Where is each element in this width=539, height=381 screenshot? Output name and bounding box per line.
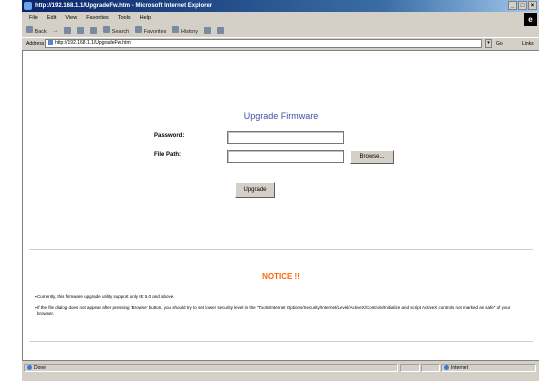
page-icon [27,365,32,371]
browse-button[interactable]: Browse... [350,150,394,164]
password-input[interactable] [227,131,344,144]
forward-button[interactable]: → [53,28,59,34]
filepath-label: File Path: [154,152,182,158]
menu-favorites[interactable]: Favorites [86,13,109,23]
title-bar: http://192.168.1.1/UpgradeFw.htm - Micro… [22,0,539,12]
password-label: Password: [154,133,185,139]
browser-window: http://192.168.1.1/UpgradeFw.htm - Micro… [21,0,539,381]
address-url: http://192.168.1.1/UpgradeFw.htm [55,40,131,46]
home-icon[interactable] [90,27,98,34]
upgrade-button[interactable]: Upgrade [235,182,275,198]
menu-edit[interactable]: Edit [47,13,56,23]
mail-icon[interactable] [204,27,212,34]
status-cell [400,364,420,372]
maximize-button[interactable]: □ [518,1,527,10]
notice-item: Currently, this firmware upgrade utility… [35,294,527,300]
status-cell [421,364,440,372]
go-button[interactable]: Go [496,40,503,48]
minimize-button[interactable]: _ [508,1,517,10]
address-dropdown-icon[interactable]: ▾ [485,39,492,48]
print-icon[interactable] [217,27,225,34]
history-button[interactable]: History [172,26,198,35]
divider [29,249,533,250]
security-zone: Internet [441,364,536,372]
back-button[interactable]: Back [26,26,47,35]
ie-logo-icon [24,2,32,10]
notice-title: NOTICE !! [262,272,300,281]
window-title: http://192.168.1.1/UpgradeFw.htm - Micro… [35,3,213,9]
back-arrow-icon [26,26,33,33]
address-bar: Address http://192.168.1.1/UpgradeFw.htm… [22,37,539,49]
favorites-icon [135,26,143,33]
toolbar: Back → Search Favorites History [22,24,539,37]
divider [29,341,533,342]
close-button[interactable]: × [528,1,537,10]
search-icon [103,26,111,33]
favorites-button[interactable]: Favorites [135,26,166,35]
filepath-input[interactable] [227,150,344,163]
menu-view[interactable]: View [65,13,77,23]
globe-icon [444,365,449,371]
address-input[interactable]: http://192.168.1.1/UpgradeFw.htm [45,39,482,48]
status-bar: Done Internet [22,362,539,381]
page-title: Upgrade Firmware [243,111,319,121]
history-icon [172,26,180,33]
window-controls: _ □ × [508,1,537,11]
search-button[interactable]: Search [103,26,129,35]
links-button[interactable]: Links [522,40,534,48]
refresh-icon[interactable] [77,27,85,34]
stop-icon[interactable] [64,27,72,34]
menu-file[interactable]: File [29,13,38,23]
status-text: Done [24,364,398,372]
page-icon [48,40,53,46]
page-content: Upgrade Firmware Password: File Path: Br… [22,50,539,361]
notice-item: If the file dialog does not appear after… [35,305,527,317]
menu-tools[interactable]: Tools [118,13,131,23]
menu-bar: File Edit View Favorites Tools Help [22,13,539,23]
address-label: Address [26,41,45,47]
menu-help[interactable]: Help [140,13,151,23]
